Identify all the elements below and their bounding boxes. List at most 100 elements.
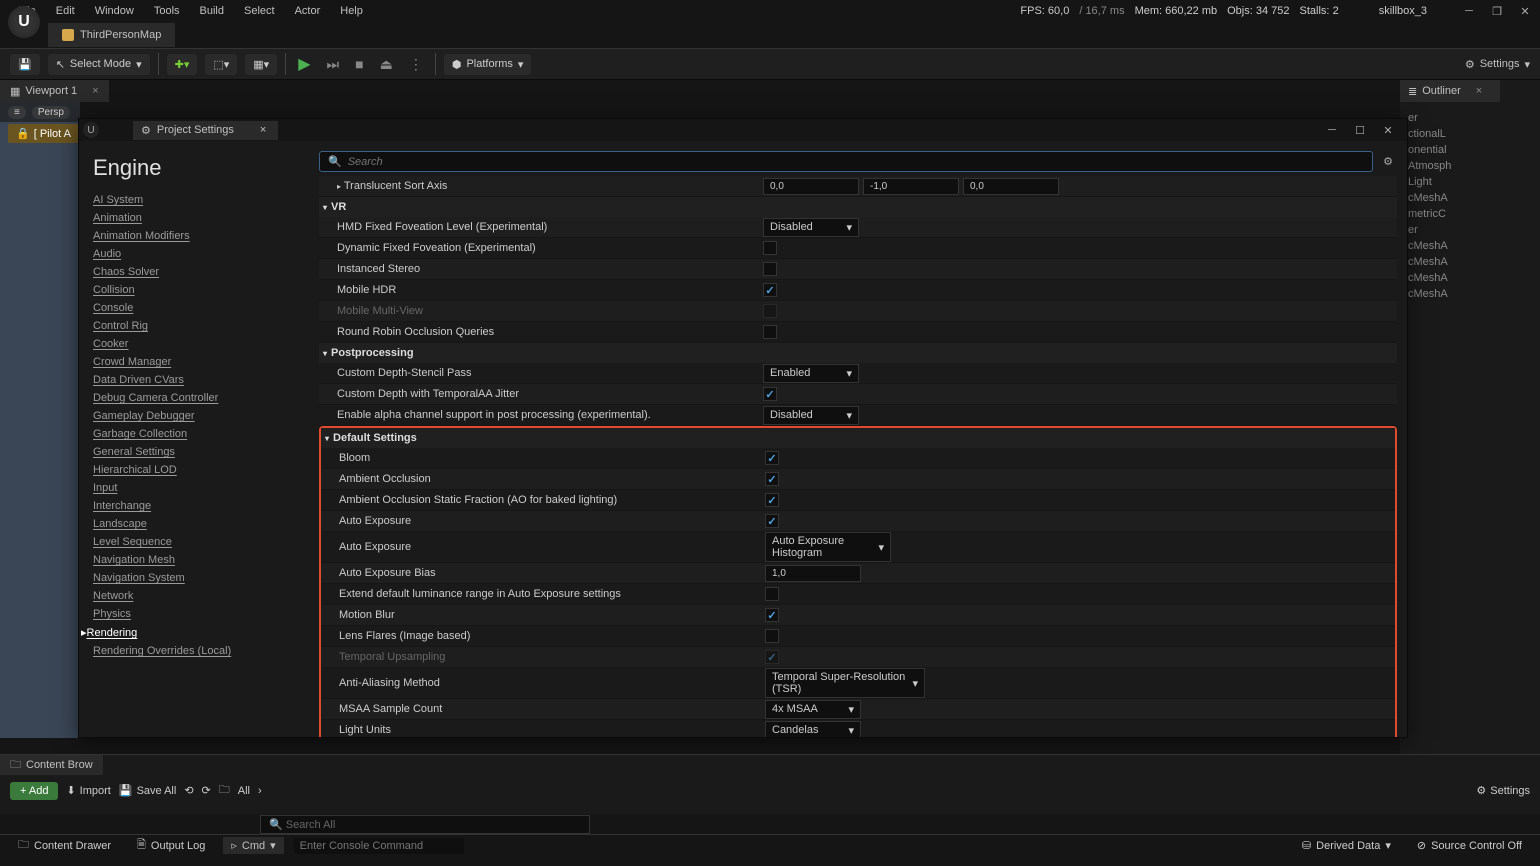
settings-gear-icon[interactable]: ⚙: [1379, 153, 1397, 171]
play-options-button[interactable]: ⋮: [405, 56, 427, 73]
menu-build[interactable]: Build: [190, 5, 234, 17]
outliner-item[interactable]: cMeshA: [1404, 270, 1536, 286]
console-input[interactable]: [294, 838, 464, 854]
menu-select[interactable]: Select: [234, 5, 285, 17]
history-forward[interactable]: ⟳: [202, 784, 211, 797]
derived-data-button[interactable]: ⛁Derived Data ▾: [1294, 837, 1399, 854]
search-field[interactable]: [348, 156, 1364, 168]
minimize-button[interactable]: ─: [1462, 4, 1476, 18]
num-input-z[interactable]: 0,0: [963, 178, 1059, 195]
cb-settings-button[interactable]: ⚙Settings: [1476, 784, 1530, 797]
content-drawer-button[interactable]: 🗀Content Drawer: [10, 834, 119, 857]
exposure-bias-input[interactable]: 1,0: [765, 565, 861, 582]
add-button[interactable]: + Add: [10, 782, 58, 800]
viewport-3d[interactable]: [0, 102, 80, 738]
sidebar-item-landscape[interactable]: Landscape: [93, 515, 309, 533]
search-all-input[interactable]: 🔍 Search All: [260, 815, 590, 834]
modal-minimize[interactable]: ─: [1325, 123, 1339, 137]
sidebar-item-network[interactable]: Network: [93, 587, 309, 605]
outliner-item[interactable]: metricC: [1404, 206, 1536, 222]
lens-flares-checkbox[interactable]: [765, 629, 779, 643]
alpha-dropdown[interactable]: Disabled▾: [763, 406, 859, 425]
outliner-item[interactable]: onential: [1404, 142, 1536, 158]
sidebar-item-input[interactable]: Input: [93, 479, 309, 497]
sidebar-item-garbage-collection[interactable]: Garbage Collection: [93, 425, 309, 443]
outliner-item[interactable]: er: [1404, 222, 1536, 238]
sidebar-item-chaos-solver[interactable]: Chaos Solver: [93, 263, 309, 281]
perspective-dropdown[interactable]: Persp: [32, 106, 70, 119]
settings-dropdown[interactable]: ⚙ Settings ▾: [1465, 58, 1530, 71]
map-tab[interactable]: ThirdPersonMap: [48, 23, 175, 47]
play-button[interactable]: ▶: [294, 54, 314, 74]
sidebar-item-audio[interactable]: Audio: [93, 245, 309, 263]
aa-method-dropdown[interactable]: Temporal Super-Resolution (TSR)▾: [765, 668, 925, 698]
save-all-button[interactable]: 💾Save All: [119, 784, 176, 797]
sidebar-item-interchange[interactable]: Interchange: [93, 497, 309, 515]
num-input-y[interactable]: -1,0: [863, 178, 959, 195]
platforms-dropdown[interactable]: ⬢ Platforms ▾: [444, 54, 532, 75]
close-button[interactable]: ✕: [1518, 4, 1532, 18]
sidebar-item-rendering-overrides-local-[interactable]: Rendering Overrides (Local): [93, 642, 309, 660]
round-robin-checkbox[interactable]: [763, 325, 777, 339]
search-input[interactable]: 🔍: [319, 151, 1373, 172]
cmd-dropdown[interactable]: ▹Cmd ▾: [223, 837, 283, 854]
outliner-item[interactable]: Atmosph: [1404, 158, 1536, 174]
sidebar-item-animation-modifiers[interactable]: Animation Modifiers: [93, 227, 309, 245]
auto-exposure-checkbox[interactable]: [765, 514, 779, 528]
breadcrumb-next[interactable]: ›: [258, 785, 262, 797]
import-button[interactable]: ⬇Import: [66, 784, 110, 797]
menu-window[interactable]: Window: [85, 5, 144, 17]
content-browser-tab[interactable]: 🗀 Content Brow: [0, 755, 103, 775]
project-settings-tab[interactable]: ⚙ Project Settings ×: [133, 121, 278, 140]
sidebar-item-level-sequence[interactable]: Level Sequence: [93, 533, 309, 551]
sidebar-item-crowd-manager[interactable]: Crowd Manager: [93, 353, 309, 371]
sidebar-item-collision[interactable]: Collision: [93, 281, 309, 299]
outliner-item[interactable]: cMeshA: [1404, 238, 1536, 254]
outliner-item[interactable]: cMeshA: [1404, 190, 1536, 206]
dynamic-foveation-checkbox[interactable]: [763, 241, 777, 255]
eject-button[interactable]: ⏏: [376, 56, 397, 73]
jitter-checkbox[interactable]: [763, 387, 777, 401]
section-vr[interactable]: ▾VR: [319, 197, 1397, 217]
settings-sidebar[interactable]: Engine AI SystemAnimationAnimation Modif…: [79, 141, 309, 737]
add-content-button[interactable]: ✚▾: [167, 54, 198, 75]
sidebar-item-navigation-system[interactable]: Navigation System: [93, 569, 309, 587]
source-control-button[interactable]: ⊘Source Control Off: [1409, 837, 1530, 854]
maximize-button[interactable]: ❐: [1490, 4, 1504, 18]
extend-luminance-checkbox[interactable]: [765, 587, 779, 601]
sidebar-item-control-rig[interactable]: Control Rig: [93, 317, 309, 335]
sidebar-item-general-settings[interactable]: General Settings: [93, 443, 309, 461]
outliner-item[interactable]: cMeshA: [1404, 254, 1536, 270]
stop-button[interactable]: ■: [351, 56, 367, 72]
sidebar-item-animation[interactable]: Animation: [93, 209, 309, 227]
sidebar-item-gameplay-debugger[interactable]: Gameplay Debugger: [93, 407, 309, 425]
outliner-item[interactable]: er: [1404, 110, 1536, 126]
menu-help[interactable]: Help: [330, 5, 373, 17]
menu-edit[interactable]: Edit: [46, 5, 85, 17]
modal-maximize[interactable]: ☐: [1353, 123, 1367, 137]
menu-tools[interactable]: Tools: [144, 5, 190, 17]
outliner-item[interactable]: Light: [1404, 174, 1536, 190]
folder-up[interactable]: 🗀: [219, 781, 230, 800]
sidebar-item-cooker[interactable]: Cooker: [93, 335, 309, 353]
outliner-item[interactable]: ctionalL: [1404, 126, 1536, 142]
msaa-dropdown[interactable]: 4x MSAA▾: [765, 700, 861, 719]
hmd-foveation-dropdown[interactable]: Disabled▾: [763, 218, 859, 237]
breadcrumb-all[interactable]: All: [238, 785, 250, 797]
sequence-button[interactable]: ▦▾: [245, 54, 277, 75]
outliner-tab[interactable]: ≣ Outliner ×: [1400, 80, 1500, 102]
viewport-tab[interactable]: ▦ Viewport 1 ×: [0, 80, 109, 102]
outliner-item[interactable]: cMeshA: [1404, 286, 1536, 302]
save-button[interactable]: 💾: [10, 54, 40, 75]
light-units-dropdown[interactable]: Candelas▾: [765, 721, 861, 738]
modal-close[interactable]: ✕: [1381, 123, 1395, 137]
select-mode-dropdown[interactable]: ↖ Select Mode ▾: [48, 54, 150, 75]
section-default-settings[interactable]: ▾Default Settings: [321, 428, 1395, 448]
user-account[interactable]: skillbox_3: [1359, 3, 1447, 19]
skip-button[interactable]: ⏭: [323, 56, 344, 73]
sidebar-item-debug-camera-controller[interactable]: Debug Camera Controller: [93, 389, 309, 407]
num-input-x[interactable]: 0,0: [763, 178, 859, 195]
sidebar-item-console[interactable]: Console: [93, 299, 309, 317]
sidebar-item-data-driven-cvars[interactable]: Data Driven CVars: [93, 371, 309, 389]
outliner-tree[interactable]: erctionalLonentialAtmosphLightcMeshAmetr…: [1400, 102, 1540, 310]
